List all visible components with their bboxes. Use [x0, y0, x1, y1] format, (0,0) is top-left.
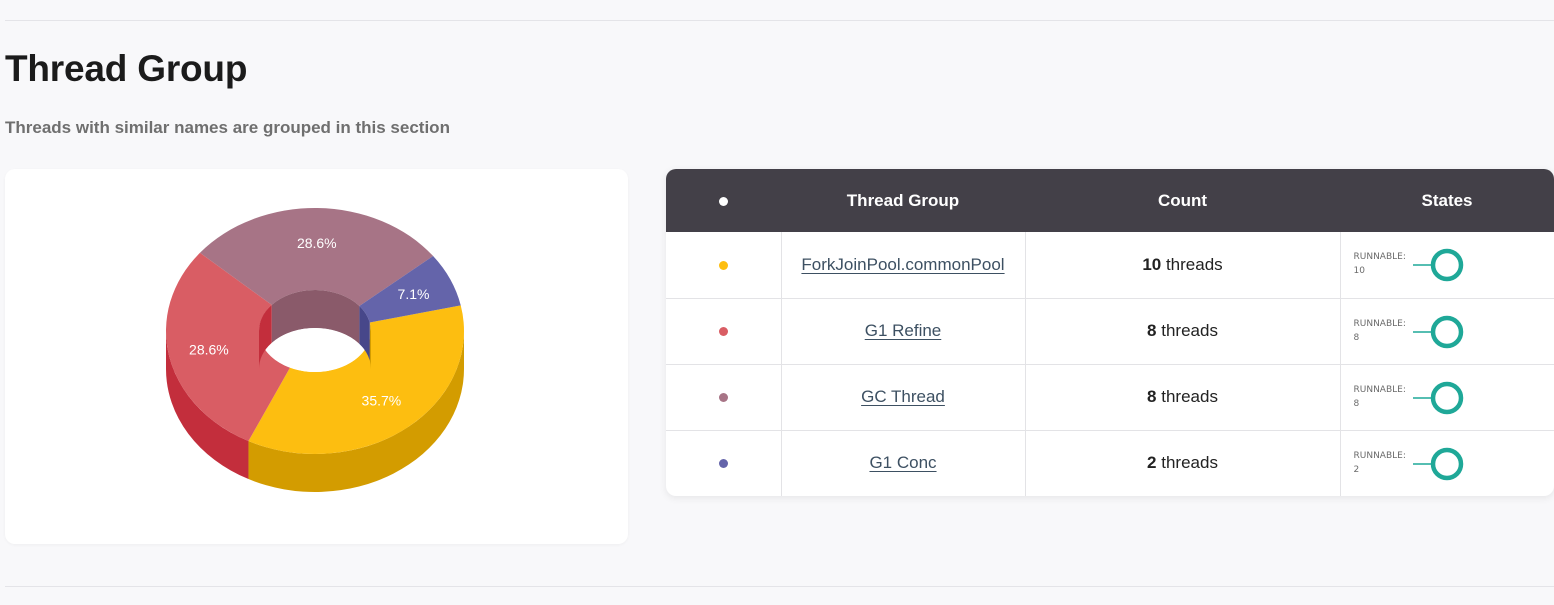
thread-count-unit: threads [1156, 387, 1218, 406]
table-row: GC Thread 8 threads RUNNABLE: 8 [666, 364, 1554, 430]
chart-card: 35.7% 28.6% 28.6% 7.1% [5, 169, 628, 544]
row-color-cell [666, 430, 781, 496]
runnable-state-donut-icon [1412, 447, 1463, 480]
bottom-divider [5, 586, 1554, 587]
thread-group-pie-chart: 35.7% 28.6% 28.6% 7.1% [166, 208, 464, 493]
thread-count-value: 8 [1147, 387, 1157, 406]
header-dot-icon [719, 196, 728, 206]
row-color-cell [666, 232, 781, 298]
series-dot-icon [718, 260, 728, 270]
row-states-cell: RUNNABLE: 10 [1339, 232, 1554, 298]
row-count-cell: 8 threads [1024, 298, 1340, 364]
thread-group-link-g1-refine[interactable]: G1 Refine [865, 321, 942, 340]
thread-count-value: 2 [1147, 453, 1157, 473]
series-dot-icon [718, 327, 728, 336]
state-label: RUNNABLE: 8 [1353, 318, 1406, 343]
header-thread-group: Thread Group [846, 190, 960, 210]
page-title: Thread Group [5, 48, 248, 89]
state-label: RUNNABLE: 8 [1353, 384, 1406, 409]
row-group-cell: ForkJoinPool.commonPool [780, 232, 1025, 298]
row-group-cell: G1 Refine [780, 298, 1025, 364]
thread-group-link-gc-thread[interactable]: GC Thread [861, 387, 945, 406]
state-label: RUNNABLE: 2 [1353, 450, 1406, 475]
state-count: 2 [1353, 464, 1360, 475]
state-count: 8 [1353, 398, 1360, 409]
thread-group-link-forkjoinpool[interactable]: ForkJoinPool.commonPool [801, 255, 1004, 274]
table-row: ForkJoinPool.commonPool 10 threads RUNNA… [666, 232, 1554, 298]
runnable-state-donut-icon [1412, 248, 1463, 282]
row-states-cell: RUNNABLE: 8 [1339, 298, 1554, 364]
thread-group-table-card: Thread Group Count States ForkJoinPool.c… [666, 169, 1554, 496]
header-states: States [1421, 190, 1473, 210]
row-color-cell [666, 298, 781, 364]
state-count: 8 [1353, 332, 1360, 343]
table-header-row: Thread Group Count States [666, 169, 1554, 232]
pie-slice-label: 28.6% [189, 341, 229, 357]
row-group-cell: GC Thread [780, 364, 1025, 430]
pie-slice-label: 7.1% [398, 286, 430, 302]
series-dot-icon [718, 393, 728, 402]
pie-slice-label: 28.6% [297, 235, 337, 251]
row-color-cell [666, 364, 781, 430]
row-count-cell: 2 threads [1024, 430, 1340, 496]
runnable-state-donut-icon [1412, 381, 1463, 414]
state-label: RUNNABLE: 10 [1353, 252, 1406, 276]
table-row: G1 Conc 2 threads RUNNABLE: 2 [666, 430, 1554, 496]
state-count: 10 [1353, 266, 1365, 276]
row-states-cell: RUNNABLE: 2 [1339, 430, 1554, 496]
row-states-cell: RUNNABLE: 8 [1339, 364, 1554, 430]
pie-slice-label: 35.7% [362, 393, 402, 409]
section-subtitle: Threads with similar names are grouped i… [5, 118, 450, 137]
row-count-cell: 10 threads [1024, 232, 1340, 298]
table-row: G1 Refine 8 threads RUNNABLE: 8 [666, 298, 1554, 364]
thread-group-link-g1-conc[interactable]: G1 Conc [869, 453, 936, 472]
thread-count-value: 8 [1147, 321, 1157, 340]
thread-count-unit: threads [1156, 321, 1218, 340]
runnable-state-donut-icon [1412, 315, 1463, 348]
thread-group-table: Thread Group Count States ForkJoinPool.c… [666, 169, 1554, 496]
header-color-column [666, 169, 781, 232]
row-count-cell: 8 threads [1024, 364, 1340, 430]
top-divider [5, 20, 1554, 21]
thread-count-value: 10 [1142, 254, 1162, 274]
series-dot-icon [718, 459, 728, 469]
thread-count-unit: threads [1161, 254, 1223, 274]
row-group-cell: G1 Conc [780, 430, 1025, 496]
thread-count-unit: threads [1156, 453, 1218, 473]
header-count: Count [1157, 190, 1208, 210]
